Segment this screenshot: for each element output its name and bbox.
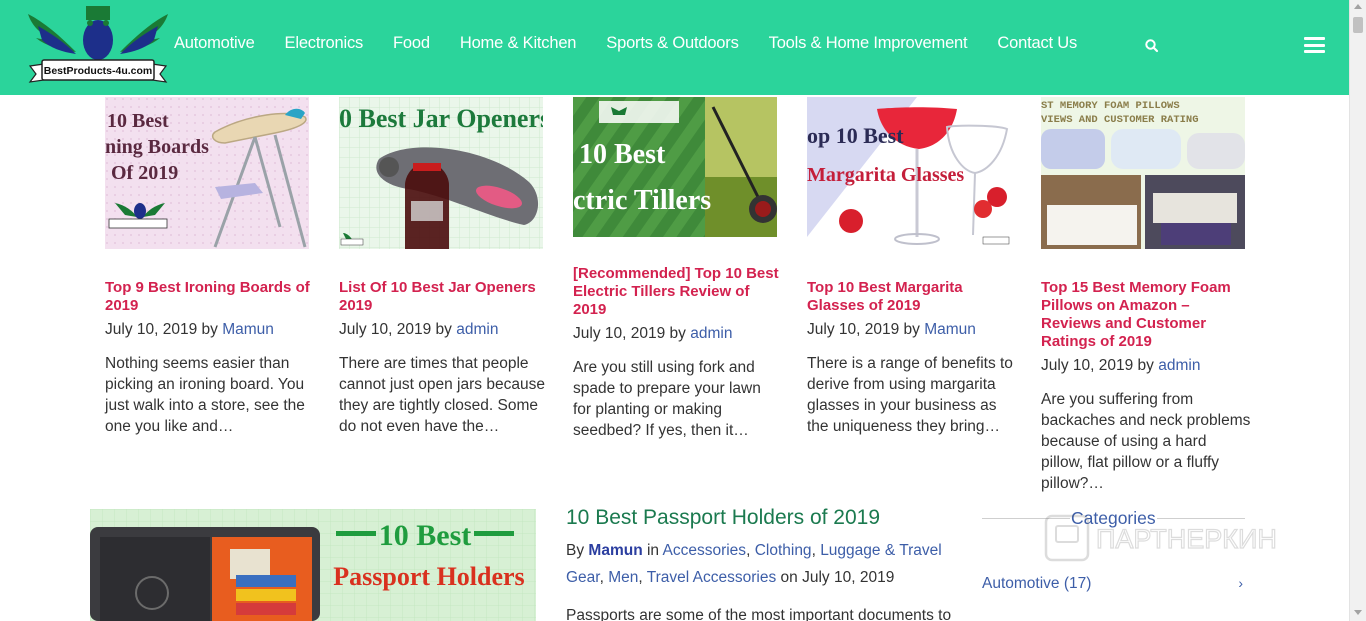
post-meta: July 10, 2019 by admin <box>339 321 499 338</box>
nav-item-food[interactable]: Food <box>393 34 430 53</box>
svg-text:Margarita Glasses: Margarita Glasses <box>807 164 964 186</box>
post-meta: July 10, 2019 by admin <box>1041 357 1201 374</box>
category-link[interactable]: Accessories <box>663 542 747 559</box>
nav-item-contact-us[interactable]: Contact Us <box>997 34 1077 53</box>
scroll-down-arrow-icon[interactable] <box>1354 610 1362 615</box>
site-header: BestProducts-4u.com Automotive Electroni… <box>0 0 1349 95</box>
svg-text:10 Best: 10 Best <box>379 519 472 552</box>
author-link[interactable]: admin <box>690 325 732 342</box>
post-card: op 10 Best Margarita Glasses Top 10 Best… <box>807 97 1017 437</box>
post-excerpt: There are times that people cannot just … <box>339 355 545 435</box>
nav-item-tools-home-improvement[interactable]: Tools & Home Improvement <box>769 34 968 53</box>
category-item-automotive[interactable]: Automotive (17) › <box>982 575 1245 593</box>
post-card: 0 Best Jar Openers List Of 10 Best Jar O… <box>339 97 549 437</box>
svg-text:Passport Holders: Passport Holders <box>333 562 524 591</box>
svg-text:op 10 Best: op 10 Best <box>807 123 904 148</box>
scroll-up-arrow-icon[interactable] <box>1354 4 1362 9</box>
svg-text:VIEWS AND CUSTOMER RATING: VIEWS AND CUSTOMER RATING <box>1041 114 1199 126</box>
post-thumbnail[interactable]: op 10 Best Margarita Glasses <box>807 97 1011 249</box>
chevron-right-icon: › <box>1238 575 1243 591</box>
post-title-link[interactable]: Top 15 Best Memory Foam Pillows on Amazo… <box>1041 279 1251 351</box>
post-card: 10 Best ning Boards Of 2019 Top 9 Best I… <box>105 97 315 437</box>
post-meta: July 10, 2019 by admin <box>573 325 733 342</box>
main-nav: Automotive Electronics Food Home & Kitch… <box>174 34 1107 53</box>
page-scrollbar[interactable] <box>1349 0 1366 621</box>
author-link[interactable]: Mamun <box>222 321 274 338</box>
site-logo[interactable]: BestProducts-4u.com <box>24 0 172 92</box>
watermark: ПАРТНЕРКИН <box>1044 514 1277 562</box>
author-link[interactable]: Mamun <box>924 321 976 338</box>
author-link[interactable]: Mamun <box>588 542 642 559</box>
featured-post-thumbnail[interactable]: 10 Best Passport Holders <box>90 509 536 621</box>
svg-text:10 Best: 10 Best <box>579 139 666 170</box>
post-title-link[interactable]: Top 10 Best Margarita Glasses of 2019 <box>807 279 1017 315</box>
post-meta: July 10, 2019 by Mamun <box>807 321 976 338</box>
nav-item-home-kitchen[interactable]: Home & Kitchen <box>460 34 577 53</box>
svg-text:BestProducts-4u.com: BestProducts-4u.com <box>44 65 153 77</box>
post-excerpt: There is a range of benefits to derive f… <box>807 355 1013 435</box>
post-title-link[interactable]: Top 9 Best Ironing Boards of 2019 <box>105 279 315 315</box>
category-link[interactable]: Men <box>608 569 638 586</box>
svg-text:ning Boards: ning Boards <box>105 136 209 158</box>
svg-text:ST MEMORY FOAM PILLOWS: ST MEMORY FOAM PILLOWS <box>1041 100 1180 112</box>
author-link[interactable]: admin <box>456 321 498 338</box>
post-excerpt: Are you suffering from backaches and nec… <box>1041 391 1251 492</box>
author-link[interactable]: admin <box>1158 357 1200 374</box>
post-card: 10 Best ctric Tillers [Recommended] Top … <box>573 97 783 441</box>
post-thumbnail[interactable]: 0 Best Jar Openers <box>339 97 543 249</box>
category-link[interactable]: Clothing <box>755 542 812 559</box>
post-thumbnail[interactable]: 10 Best ctric Tillers <box>573 97 777 237</box>
svg-text:10 Best: 10 Best <box>107 110 169 132</box>
featured-post-meta: By Mamun in Accessories, Clothing, Lugga… <box>566 542 942 586</box>
post-title-link[interactable]: List Of 10 Best Jar Openers 2019 <box>339 279 549 315</box>
nav-item-electronics[interactable]: Electronics <box>285 34 364 53</box>
svg-text:ПАРТНЕРКИН: ПАРТНЕРКИН <box>1096 524 1277 554</box>
scrollbar-thumb[interactable] <box>1353 17 1363 33</box>
post-thumbnail[interactable]: ST MEMORY FOAM PILLOWS VIEWS AND CUSTOME… <box>1041 97 1245 249</box>
hamburger-menu-icon[interactable] <box>1304 37 1325 53</box>
post-card: ST MEMORY FOAM PILLOWS VIEWS AND CUSTOME… <box>1041 97 1251 494</box>
post-excerpt: Nothing seems easier than picking an iro… <box>105 355 305 435</box>
featured-post-title[interactable]: 10 Best Passport Holders of 2019 <box>566 506 880 530</box>
search-icon[interactable] <box>1144 38 1160 54</box>
post-thumbnail[interactable]: 10 Best ning Boards Of 2019 <box>105 97 309 249</box>
svg-text:0 Best Jar Openers: 0 Best Jar Openers <box>339 104 543 133</box>
svg-text:Of 2019: Of 2019 <box>111 162 178 184</box>
post-excerpt: Are you still using fork and spade to pr… <box>573 359 761 439</box>
post-title-link[interactable]: [Recommended] Top 10 Best Electric Tille… <box>573 265 783 319</box>
nav-item-sports-outdoors[interactable]: Sports & Outdoors <box>606 34 739 53</box>
svg-text:ctric Tillers: ctric Tillers <box>573 185 711 216</box>
featured-post-excerpt: Passports are some of the most important… <box>566 607 952 621</box>
post-meta: July 10, 2019 by Mamun <box>105 321 274 338</box>
category-link[interactable]: Travel Accessories <box>647 569 777 586</box>
nav-item-automotive[interactable]: Automotive <box>174 34 255 53</box>
